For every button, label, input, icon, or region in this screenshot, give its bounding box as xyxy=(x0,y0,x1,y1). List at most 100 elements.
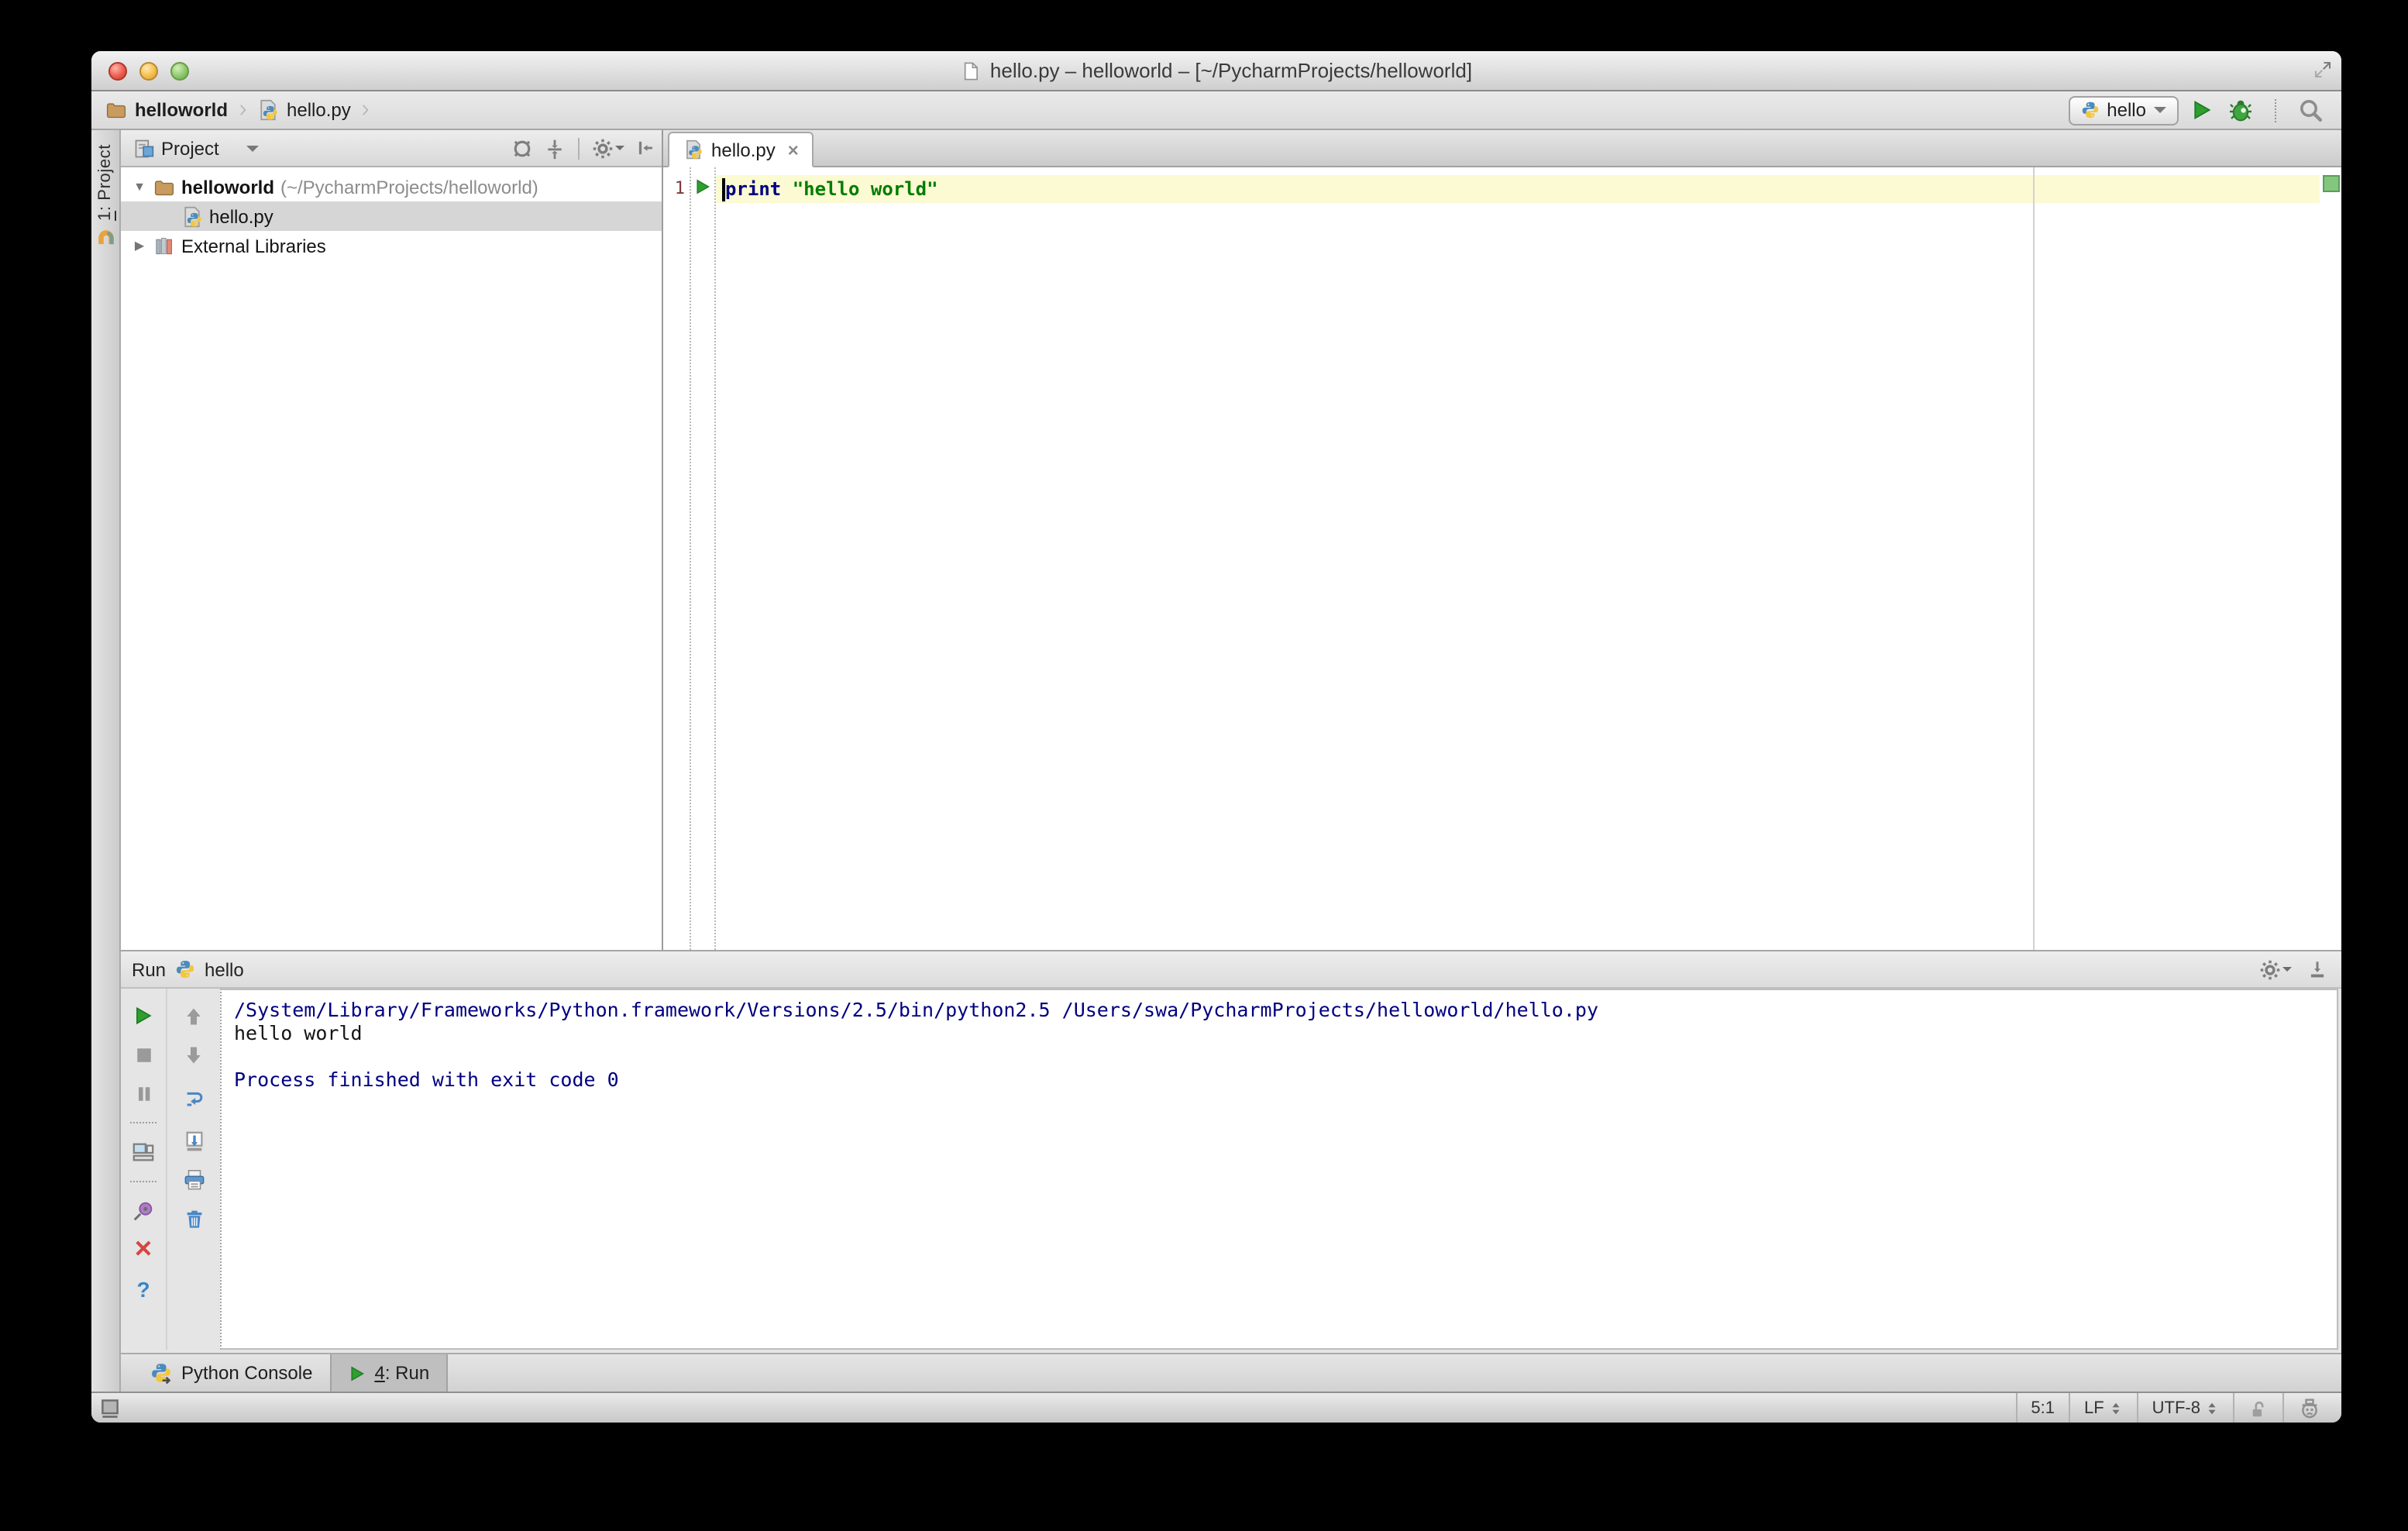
search-icon xyxy=(2298,98,2323,122)
run-gutter xyxy=(690,167,716,950)
navigation-bar: helloworld hello.py hello xyxy=(91,91,2341,130)
chevron-right-icon xyxy=(359,99,373,121)
editor: 1 print "hello world" xyxy=(663,167,2341,950)
tree-row-project-root[interactable]: ▼ helloworld (~/PycharmProjects/hellowor… xyxy=(121,172,662,201)
dock-panel-button[interactable] xyxy=(2307,959,2327,979)
tree-row-external-libraries[interactable]: ▶ External Libraries xyxy=(121,231,662,260)
debug-button[interactable] xyxy=(2225,95,2256,126)
layout-icon xyxy=(132,1141,155,1164)
zoom-window-button[interactable] xyxy=(170,62,189,81)
chevron-down-icon xyxy=(2282,967,2292,972)
run-line-icon[interactable] xyxy=(694,178,711,195)
resize-grip-icon[interactable] xyxy=(2313,60,2332,79)
code-line-1[interactable]: print "hello world" xyxy=(716,175,2320,203)
project-toolwindow-tab[interactable]: 1: Project xyxy=(95,144,115,249)
window-title: hello.py – helloworld – [~/PycharmProjec… xyxy=(989,59,1473,82)
run-icon xyxy=(348,1364,365,1381)
collapse-all-button[interactable] xyxy=(544,137,566,159)
pause-output-button[interactable] xyxy=(130,1080,157,1106)
line-number-gutter: 1 xyxy=(663,167,690,950)
title-bar[interactable]: hello.py – helloworld – [~/PycharmProjec… xyxy=(91,51,2341,91)
editor-code-area[interactable]: print "hello world" xyxy=(716,167,2320,950)
close-tab-icon[interactable]: × xyxy=(788,140,799,159)
project-view-icon xyxy=(133,137,155,159)
updown-arrows-icon xyxy=(2109,1399,2123,1417)
readonly-toggle-widget[interactable] xyxy=(2233,1393,2282,1423)
collapse-arrow-icon[interactable]: ▼ xyxy=(132,180,147,194)
run-button[interactable] xyxy=(2186,95,2217,126)
up-arrow-icon xyxy=(183,1005,205,1027)
desktop: hello.py – helloworld – [~/PycharmProjec… xyxy=(0,0,2408,1531)
run-configuration-select[interactable]: hello xyxy=(2068,95,2179,125)
project-panel-header: Project xyxy=(121,130,662,167)
line-separator-widget[interactable]: LF xyxy=(2068,1393,2137,1423)
breadcrumb-file[interactable]: hello.py xyxy=(257,99,351,121)
python-console-icon xyxy=(150,1362,172,1384)
project-panel-title: Project xyxy=(161,137,219,159)
breadcrumb-project[interactable]: helloworld xyxy=(105,99,228,121)
tree-row-hello-py[interactable]: hello.py xyxy=(121,201,662,231)
run-config-name: hello xyxy=(205,958,244,980)
chevron-down-icon xyxy=(2154,107,2166,113)
scroll-to-end-icon xyxy=(182,1130,205,1153)
run-tab[interactable]: 4: Run xyxy=(329,1354,449,1392)
project-toolwindow-icon xyxy=(95,229,115,249)
pycharm-window: hello.py – helloworld – [~/PycharmProjec… xyxy=(91,51,2341,1423)
inspection-status-indicator xyxy=(2322,175,2339,192)
run-toolwindow: Run hello ✕ ? /System/Library/Frameworks… xyxy=(121,950,2341,1353)
project-panel: Project ▼ helloworld (~/PycharmProjects/… xyxy=(121,130,663,950)
rerun-button[interactable] xyxy=(130,1003,157,1029)
bottom-toolwindow-bar: Python Console 4: Run xyxy=(121,1353,2341,1392)
clear-console-button[interactable] xyxy=(181,1206,207,1232)
expand-arrow-icon[interactable]: ▶ xyxy=(132,239,147,253)
next-occurrence-button[interactable] xyxy=(181,1041,207,1068)
search-everywhere-button[interactable] xyxy=(2295,95,2326,126)
run-icon xyxy=(133,1006,153,1026)
hide-panel-button[interactable] xyxy=(635,138,655,158)
run-settings-button[interactable] xyxy=(2259,958,2292,980)
encoding-widget[interactable]: UTF-8 xyxy=(2136,1393,2233,1423)
editor-zone: hello.py × 1 print "hello world" xyxy=(663,130,2341,950)
toolbar-separator xyxy=(130,1181,157,1182)
panel-settings-button[interactable] xyxy=(592,137,624,159)
folder-icon xyxy=(105,99,127,121)
project-tree: ▼ helloworld (~/PycharmProjects/hellowor… xyxy=(121,167,662,950)
pin-tab-button[interactable] xyxy=(130,1198,157,1224)
python-file-icon xyxy=(683,139,703,160)
scroll-from-source-button[interactable] xyxy=(511,137,533,159)
python-icon xyxy=(175,959,195,979)
caret-position-widget[interactable]: 5:1 xyxy=(2015,1393,2069,1423)
bug-icon xyxy=(2228,98,2253,122)
chevron-down-icon xyxy=(615,146,624,150)
view-mode-dropdown[interactable] xyxy=(246,145,260,151)
run-toolbar-secondary xyxy=(167,989,220,1350)
toggle-toolwindows-button[interactable] xyxy=(99,1397,121,1419)
error-stripe xyxy=(2320,167,2341,950)
print-button[interactable] xyxy=(181,1167,207,1193)
editor-tab-hello-py[interactable]: hello.py × xyxy=(668,132,814,167)
line-number: 1 xyxy=(674,178,685,198)
soft-wrap-icon xyxy=(182,1086,205,1110)
scroll-to-end-button[interactable] xyxy=(181,1128,207,1154)
restore-layout-button[interactable] xyxy=(130,1139,157,1165)
python-console-tab[interactable]: Python Console xyxy=(133,1354,329,1392)
stop-button[interactable] xyxy=(130,1041,157,1068)
help-button[interactable]: ? xyxy=(130,1275,157,1302)
prev-occurrence-button[interactable] xyxy=(181,1003,207,1029)
toolbar-separator xyxy=(130,1122,157,1123)
close-window-button[interactable] xyxy=(108,62,127,81)
python-file-icon xyxy=(257,99,279,121)
close-panel-button[interactable]: ✕ xyxy=(130,1237,157,1263)
editor-tab-bar: hello.py × xyxy=(663,130,2341,167)
console-line: hello world xyxy=(234,1021,363,1044)
highlighting-level-widget[interactable] xyxy=(2282,1393,2335,1423)
gear-icon xyxy=(2259,958,2281,980)
soft-wrap-button[interactable] xyxy=(181,1085,207,1111)
printer-icon xyxy=(182,1168,205,1192)
stop-icon xyxy=(132,1044,154,1065)
pin-icon xyxy=(132,1199,155,1223)
document-icon xyxy=(961,60,981,81)
run-console-output[interactable]: /System/Library/Frameworks/Python.framew… xyxy=(220,989,2338,1350)
minimize-window-button[interactable] xyxy=(139,62,158,81)
